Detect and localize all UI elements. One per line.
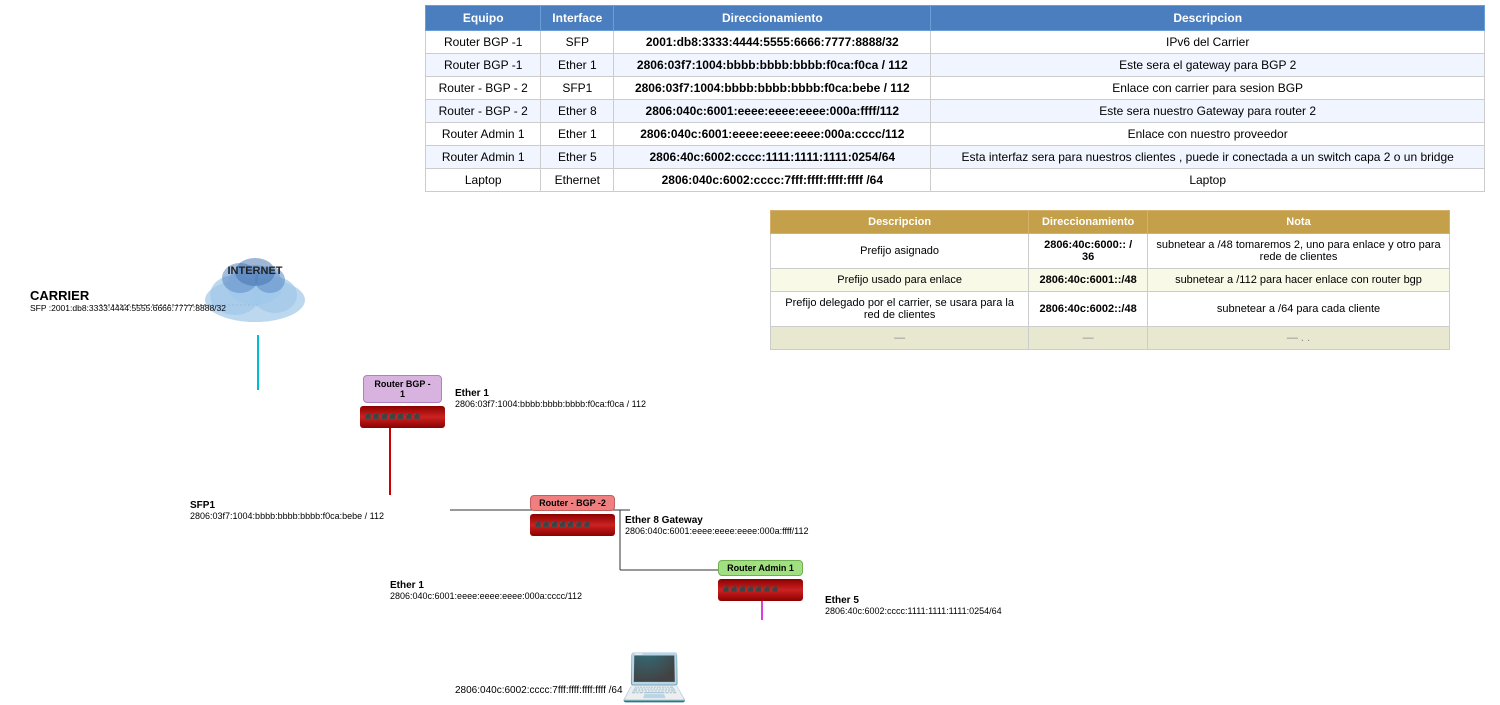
main-cell-equipo: Router - BGP - 2 (426, 100, 541, 123)
sec-cell-nota: subnetear a /112 para hacer enlace con r… (1148, 269, 1450, 292)
main-cell-direccionamiento: 2806:040c:6001:eeee:eeee:eeee:000a:ffff/… (614, 100, 931, 123)
bgp2-ether8-block: Ether 8 Gateway 2806:040c:6001:eeee:eeee… (625, 515, 809, 536)
main-cell-direccionamiento: 2001:db8:3333:4444:5555:6666:7777:8888/3… (614, 31, 931, 54)
sec-cell-nota: — . . (1148, 327, 1450, 350)
sec-cell-direccionamiento: 2806:40c:6001::/48 (1029, 269, 1148, 292)
router-bgp2-device: ⬛⬛⬛⬛⬛⬛⬛ (530, 514, 615, 536)
sec-col-header-direccionamiento: Direccionamiento (1029, 211, 1148, 234)
secondary-table-row: Prefijo usado para enlace2806:40c:6001::… (771, 269, 1450, 292)
router-bgp1: Router BGP - 1 ⬛⬛⬛⬛⬛⬛⬛ (360, 375, 445, 428)
main-cell-interface: SFP (541, 31, 614, 54)
main-cell-descripcion: Este sera nuestro Gateway para router 2 (931, 100, 1485, 123)
sec-cell-descripcion: Prefijo asignado (771, 234, 1029, 269)
carrier-addr: SFP :2001:db8:3333:4444:5555:6666:7777:8… (30, 303, 226, 313)
sec-cell-nota: subnetear a /64 para cada cliente (1148, 292, 1450, 327)
main-cell-descripcion: IPv6 del Carrier (931, 31, 1485, 54)
admin1-ether1-label: Ether 1 (390, 580, 582, 591)
bgp2-sfp1-addr: 2806:03f7:1004:bbbb:bbbb:bbbb:f0ca:bebe … (190, 511, 384, 521)
secondary-table-row: Prefijo asignado2806:40c:6000:: / 36subn… (771, 234, 1450, 269)
col-header-descripcion: Descripcion (931, 6, 1485, 31)
main-cell-interface: SFP1 (541, 77, 614, 100)
laptop-addr-block: 2806:040c:6002:cccc:7fff:ffff:ffff:ffff … (455, 685, 623, 696)
main-cell-direccionamiento: 2806:03f7:1004:bbbb:bbbb:bbbb:f0ca:bebe … (614, 77, 931, 100)
main-table-row: Router - BGP - 2SFP12806:03f7:1004:bbbb:… (426, 77, 1485, 100)
admin1-ether5-block: Ether 5 2806:40c:6002:cccc:1111:1111:111… (825, 595, 1002, 616)
sec-col-header-nota: Nota (1148, 211, 1450, 234)
internet-label: INTERNET (195, 265, 315, 277)
router-bgp2-label: Router - BGP -2 (530, 495, 615, 511)
bgp2-sfp1-block: SFP1 2806:03f7:1004:bbbb:bbbb:bbbb:f0ca:… (190, 500, 384, 521)
sec-col-header-descripcion: Descripcion (771, 211, 1029, 234)
secondary-table-row: ——— . . (771, 327, 1450, 350)
main-table-row: Router BGP -1Ether 12806:03f7:1004:bbbb:… (426, 54, 1485, 77)
admin1-ether1-block: Ether 1 2806:040c:6001:eeee:eeee:eeee:00… (390, 580, 582, 601)
sec-cell-descripcion: Prefijo delegado por el carrier, se usar… (771, 292, 1029, 327)
sec-cell-direccionamiento: 2806:40c:6000:: / 36 (1029, 234, 1148, 269)
main-cell-descripcion: Enlace con carrier para sesion BGP (931, 77, 1485, 100)
secondary-table-row: Prefijo delegado por el carrier, se usar… (771, 292, 1450, 327)
main-cell-interface: Ether 8 (541, 100, 614, 123)
laptop-icon: 💻 (620, 640, 688, 705)
secondary-table: Descripcion Direccionamiento Nota Prefij… (770, 210, 1450, 350)
col-header-direccionamiento: Direccionamiento (614, 6, 931, 31)
main-cell-equipo: Router BGP -1 (426, 31, 541, 54)
main-cell-interface: Ether 1 (541, 54, 614, 77)
sec-cell-direccionamiento: 2806:40c:6002::/48 (1029, 292, 1148, 327)
router-bgp1-label: Router BGP - 1 (363, 375, 441, 403)
main-cell-descripcion: Esta interfaz sera para nuestros cliente… (931, 146, 1485, 169)
main-cell-equipo: Router BGP -1 (426, 54, 541, 77)
bgp1-ether1-addr: 2806:03f7:1004:bbbb:bbbb:bbbb:f0ca:f0ca … (455, 399, 646, 409)
main-table-row: Router - BGP - 2Ether 82806:040c:6001:ee… (426, 100, 1485, 123)
laptop-addr: 2806:040c:6002:cccc:7fff:ffff:ffff:ffff … (455, 685, 623, 696)
bgp1-ether1-label: Ether 1 (455, 388, 646, 399)
bgp2-sfp1-label: SFP1 (190, 500, 384, 511)
main-cell-equipo: Router - BGP - 2 (426, 77, 541, 100)
col-header-equipo: Equipo (426, 6, 541, 31)
router-bgp2: Router - BGP -2 ⬛⬛⬛⬛⬛⬛⬛ (530, 495, 615, 536)
bgp2-ether8-label: Ether 8 Gateway (625, 515, 809, 526)
router-admin1: Router Admin 1 ⬛⬛⬛⬛⬛⬛⬛ (718, 560, 803, 601)
sec-cell-direccionamiento: — (1029, 327, 1148, 350)
router-bgp1-device: ⬛⬛⬛⬛⬛⬛⬛ (360, 406, 445, 428)
col-header-interface: Interface (541, 6, 614, 31)
main-table-row: Router BGP -1SFP2001:db8:3333:4444:5555:… (426, 31, 1485, 54)
admin1-ether1-addr: 2806:040c:6001:eeee:eeee:eeee:000a:cccc/… (390, 591, 582, 601)
carrier-label: CARRIER (30, 288, 226, 303)
carrier-block: CARRIER SFP :2001:db8:3333:4444:5555:666… (30, 288, 226, 313)
sec-cell-nota: subnetear a /48 tomaremos 2, uno para en… (1148, 234, 1450, 269)
router-admin1-label: Router Admin 1 (718, 560, 803, 576)
sec-cell-descripcion: Prefijo usado para enlace (771, 269, 1029, 292)
diagram: INTERNET CARRIER SFP :2001:db8:3333:4444… (0, 140, 770, 620)
sec-cell-descripcion: — (771, 327, 1029, 350)
secondary-table-container: Descripcion Direccionamiento Nota Prefij… (770, 210, 1450, 350)
admin1-ether5-label: Ether 5 (825, 595, 1002, 606)
admin1-ether5-addr: 2806:40c:6002:cccc:1111:1111:1111:0254/6… (825, 606, 1002, 616)
main-cell-direccionamiento: 2806:03f7:1004:bbbb:bbbb:bbbb:f0ca:f0ca … (614, 54, 931, 77)
bgp2-ether8-addr: 2806:040c:6001:eeee:eeee:eeee:000a:ffff/… (625, 526, 809, 536)
bgp1-ether1-block: Ether 1 2806:03f7:1004:bbbb:bbbb:bbbb:f0… (455, 388, 646, 409)
router-admin1-device: ⬛⬛⬛⬛⬛⬛⬛ (718, 579, 803, 601)
main-cell-descripcion: Laptop (931, 169, 1485, 192)
main-cell-descripcion: Este sera el gateway para BGP 2 (931, 54, 1485, 77)
main-cell-descripcion: Enlace con nuestro proveedor (931, 123, 1485, 146)
